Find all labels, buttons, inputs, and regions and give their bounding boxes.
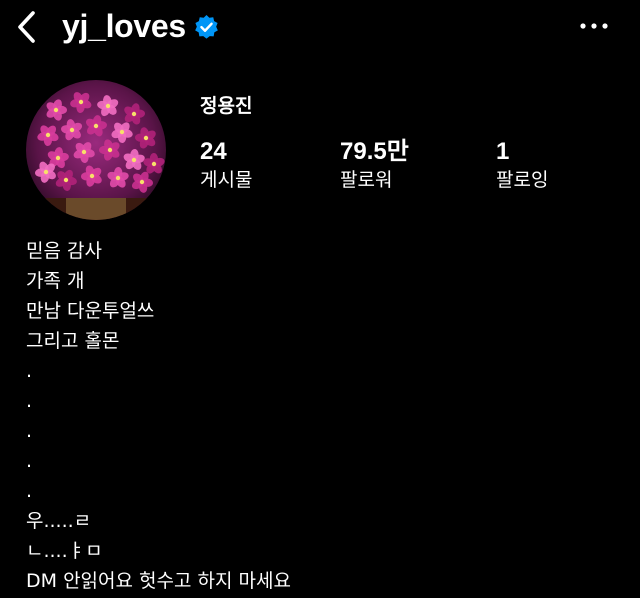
bio-line: ㄴ....ㅑㅁ (26, 540, 103, 562)
avatar-orchid-photo (26, 80, 166, 220)
bio-line: . (26, 360, 33, 382)
bio-line: . (26, 420, 33, 442)
verified-badge-icon (195, 15, 218, 39)
bio: 믿음 감사 가족 개 만남 다운투얼쓰 그리고 홀몬 . . . . . 우..… (26, 236, 616, 596)
bio-line: 만남 다운투얼쓰 (26, 300, 155, 322)
bio-line: . (26, 480, 33, 502)
followers-label: 팔로워 (340, 169, 393, 191)
avatar[interactable] (26, 80, 166, 220)
chevron-left-icon (18, 11, 35, 43)
bio-line: 그리고 홀몬 (26, 330, 120, 352)
username-title: yj_loves (62, 8, 186, 44)
back-button[interactable] (10, 8, 44, 46)
more-horizontal-icon (580, 23, 608, 29)
profile-header: yj_loves (0, 0, 640, 56)
bio-line: 우.....ㄹ (26, 510, 92, 532)
followers-count: 79.5만 (340, 138, 409, 165)
posts-count: 24 (200, 138, 227, 165)
display-name: 정용진 (200, 95, 253, 117)
bio-line: . (26, 390, 33, 412)
posts-stat[interactable]: 24 게시물 (200, 138, 252, 193)
more-options-button[interactable] (574, 10, 614, 42)
posts-label: 게시물 (200, 169, 253, 191)
followers-stat[interactable]: 79.5만 팔로워 (340, 138, 409, 193)
following-stat[interactable]: 1 팔로잉 (496, 138, 548, 193)
bio-line: 믿음 감사 (26, 240, 102, 262)
following-count: 1 (496, 138, 510, 165)
bio-line: . (26, 450, 33, 472)
bio-line: DM 안읽어요 헛수고 하지 마세요 (26, 570, 291, 592)
bio-line: 가족 개 (26, 270, 85, 292)
following-label: 팔로잉 (496, 169, 549, 191)
